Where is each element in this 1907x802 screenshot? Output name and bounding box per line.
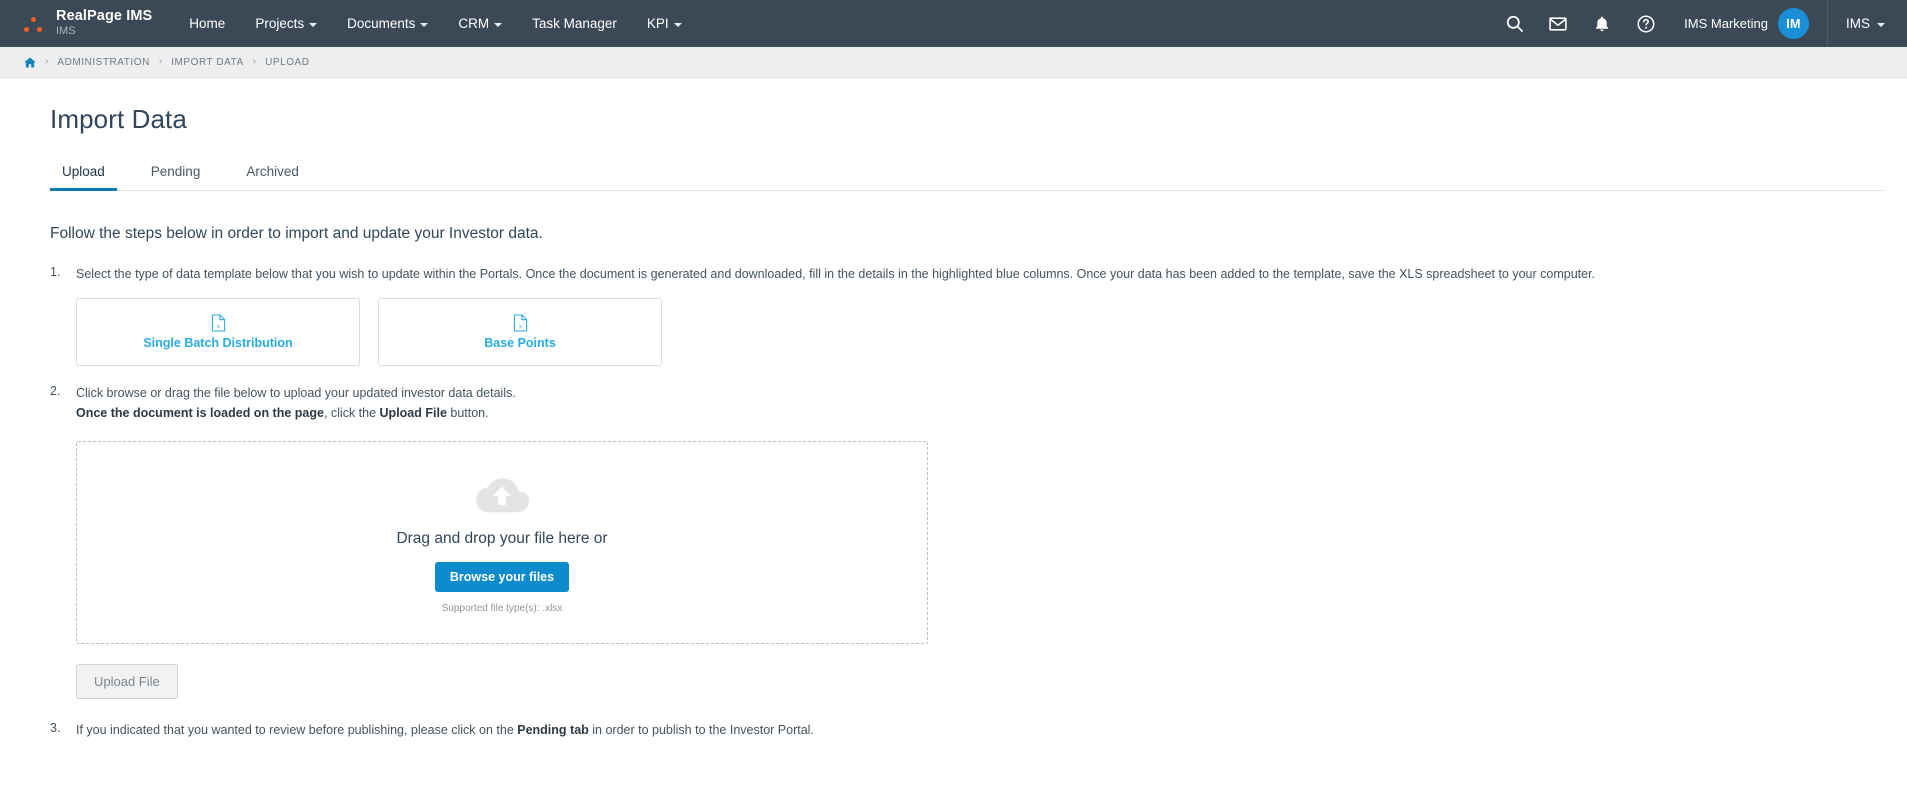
excel-file-icon: x [513,314,528,332]
bell-icon[interactable] [1585,0,1619,47]
step-2-bold-2: Upload File [379,405,447,420]
brand-subtitle: IMS [56,25,76,38]
brand-logo[interactable]: RealPage IMS IMS [0,0,162,47]
excel-file-icon: x [211,314,226,332]
org-selector[interactable]: IMS [1828,0,1907,47]
page-title: Import Data [50,104,187,134]
intro-text: Follow the steps below in order to impor… [50,225,543,242]
nav-item-home[interactable]: Home [174,0,240,47]
nav-item-kpi[interactable]: KPI [632,0,697,47]
nav-item-label: KPI [646,16,669,31]
breadcrumb-home-icon[interactable] [24,57,36,68]
step-1: Select the type of data template below t… [50,265,1883,367]
step-3-text: If you indicated that you wanted to revi… [76,721,1883,740]
main-nav: Home Projects Documents CRM Task Manager… [174,0,696,47]
tab-bar: Upload Pending Archived [50,153,1883,191]
tab-pending[interactable]: Pending [139,156,213,191]
user-name-label: IMS Marketing [1684,16,1768,31]
step-2-tail: button. [446,405,489,420]
browse-files-button[interactable]: Browse your files [434,561,570,592]
nav-item-task-manager[interactable]: Task Manager [517,0,632,47]
tab-label: Upload [62,164,105,179]
template-cards: x Single Batch Distribution x Base Point… [76,298,1883,367]
avatar[interactable]: IM [1777,8,1809,39]
nav-item-crm[interactable]: CRM [443,0,517,47]
nav-item-label: Task Manager [532,16,617,31]
step-1-text: Select the type of data template below t… [76,267,1596,281]
nav-item-label: Home [189,16,226,31]
step-3-bold: Pending tab [517,723,589,738]
tab-upload[interactable]: Upload [50,156,117,191]
step-2-bold-1: Once the document is loaded on the page [76,405,324,420]
mail-icon[interactable] [1541,0,1575,47]
template-card-label: Single Batch Distribution [143,336,293,351]
template-card-base-points[interactable]: x Base Points [378,298,662,367]
realpage-dots-logo-icon [22,11,48,37]
step-3: If you indicated that you wanted to revi… [50,721,1883,740]
supported-file-types-note: Supported file type(s): .xlsx [441,602,563,614]
nav-item-label: Projects [255,16,305,31]
top-navigation-bar: RealPage IMS IMS Home Projects Documents… [0,0,1907,47]
breadcrumb: › ADMINISTRATION › IMPORT DATA › UPLOAD [0,47,1907,78]
step-3-pre: If you indicated that you wanted to revi… [76,723,518,738]
breadcrumb-separator-icon: › [252,56,257,67]
dropzone-instruction: Drag and drop your file here or [396,529,608,547]
nav-item-label: CRM [458,16,490,31]
breadcrumb-item-upload: UPLOAD [265,56,310,68]
search-icon[interactable] [1497,0,1531,47]
help-icon[interactable] [1629,0,1663,47]
breadcrumb-separator-icon: › [45,56,49,67]
svg-text:x: x [518,323,522,330]
tab-label: Archived [246,164,299,179]
nav-item-documents[interactable]: Documents [332,0,443,47]
chevron-down-icon [673,23,682,27]
step-3-post: in order to publish to the Investor Port… [588,723,814,738]
breadcrumb-item-import-data[interactable]: IMPORT DATA [171,57,244,68]
chevron-down-icon [1877,23,1885,27]
nav-item-label: Documents [347,16,416,31]
breadcrumb-item-administration[interactable]: ADMINISTRATION [57,57,150,68]
step-2: Click browse or drag the file below to u… [50,384,1883,700]
tab-label: Pending [150,164,201,179]
chevron-down-icon [420,23,429,27]
step-2-line-1: Click browse or drag the file below to u… [76,386,516,401]
chevron-down-icon [309,23,318,27]
template-card-single-batch-distribution[interactable]: x Single Batch Distribution [76,298,360,367]
chevron-down-icon [494,23,503,27]
step-2-line-2: Once the document is loaded on the page,… [76,404,1883,423]
template-card-label: Base Points [484,336,556,351]
nav-right-actions: IMS Marketing IM IMS [1492,0,1907,47]
page-content: Import Data Upload Pending Archived Foll… [0,78,1907,801]
file-dropzone[interactable]: Drag and drop your file here or Browse y… [76,441,928,645]
tab-archived[interactable]: Archived [234,156,311,191]
org-selector-label: IMS [1845,16,1870,31]
steps-list: Select the type of data template below t… [24,265,1883,741]
upload-file-button[interactable]: Upload File [76,664,178,700]
svg-text:x: x [216,323,220,330]
cloud-upload-icon [473,472,531,520]
brand-name: RealPage IMS [56,8,153,25]
nav-item-projects[interactable]: Projects [240,0,332,47]
step-2-mid: , click the [323,405,380,420]
breadcrumb-separator-icon: › [158,56,163,67]
